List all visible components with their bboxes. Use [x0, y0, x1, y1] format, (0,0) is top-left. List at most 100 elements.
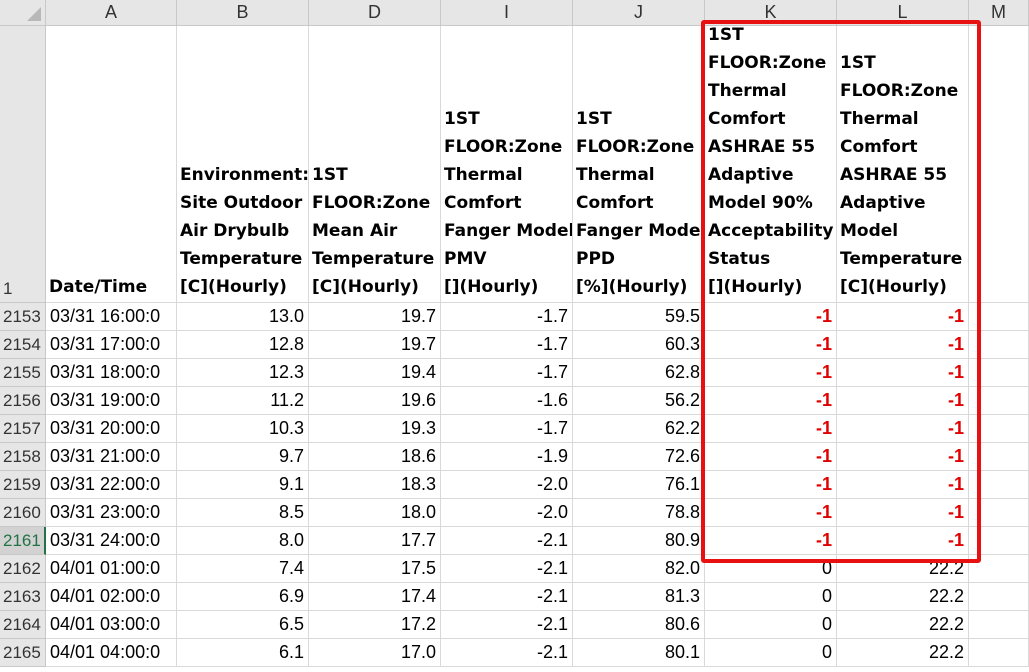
- table-cell[interactable]: 17.7: [309, 527, 441, 555]
- row-header-2159[interactable]: 2159: [0, 471, 46, 499]
- table-cell[interactable]: [969, 611, 1029, 639]
- table-cell[interactable]: 72.6: [573, 443, 705, 471]
- table-cell[interactable]: 18.3: [309, 471, 441, 499]
- table-cell[interactable]: 6.5: [177, 611, 309, 639]
- table-cell[interactable]: -1: [705, 471, 837, 499]
- table-cell[interactable]: 0: [705, 555, 837, 583]
- table-cell[interactable]: 22.2: [837, 639, 969, 667]
- table-cell[interactable]: -2.1: [441, 527, 573, 555]
- table-cell[interactable]: 04/01 02:00:0: [46, 583, 177, 611]
- header-cell-k[interactable]: 1ST FLOOR:Zone Thermal Comfort ASHRAE 55 Adap…: [705, 26, 837, 303]
- header-cell-l[interactable]: 1ST FLOOR:Zone Thermal Comfort ASHRAE 55 Adap…: [837, 26, 969, 303]
- table-cell[interactable]: 80.6: [573, 611, 705, 639]
- table-cell[interactable]: 03/31 16:00:0: [46, 303, 177, 331]
- table-cell[interactable]: 19.4: [309, 359, 441, 387]
- table-cell[interactable]: 03/31 19:00:0: [46, 387, 177, 415]
- table-cell[interactable]: 78.8: [573, 499, 705, 527]
- header-cell-d[interactable]: 1ST FLOOR:Zone Mean Air Temperature [C](Hour…: [309, 26, 441, 303]
- row-header-2163[interactable]: 2163: [0, 583, 46, 611]
- table-cell[interactable]: 0: [705, 583, 837, 611]
- table-cell[interactable]: 8.5: [177, 499, 309, 527]
- table-cell[interactable]: [969, 443, 1029, 471]
- table-cell[interactable]: 81.3: [573, 583, 705, 611]
- table-cell[interactable]: 03/31 17:00:0: [46, 331, 177, 359]
- table-cell[interactable]: 62.2: [573, 415, 705, 443]
- table-cell[interactable]: 62.8: [573, 359, 705, 387]
- table-cell[interactable]: -1: [705, 331, 837, 359]
- row-header-2156[interactable]: 2156: [0, 387, 46, 415]
- table-cell[interactable]: -1.6: [441, 387, 573, 415]
- column-header-a[interactable]: A: [46, 0, 177, 26]
- table-cell[interactable]: 12.3: [177, 359, 309, 387]
- column-header-i[interactable]: I: [441, 0, 573, 26]
- table-cell[interactable]: 6.1: [177, 639, 309, 667]
- table-cell[interactable]: 03/31 20:00:0: [46, 415, 177, 443]
- table-cell[interactable]: 04/01 03:00:0: [46, 611, 177, 639]
- table-cell[interactable]: [969, 499, 1029, 527]
- table-cell[interactable]: -1.7: [441, 331, 573, 359]
- table-cell[interactable]: -1: [705, 359, 837, 387]
- row-header-2165[interactable]: 2165: [0, 639, 46, 667]
- table-cell[interactable]: 8.0: [177, 527, 309, 555]
- table-cell[interactable]: -1: [705, 443, 837, 471]
- table-cell[interactable]: 60.3: [573, 331, 705, 359]
- table-cell[interactable]: [969, 303, 1029, 331]
- table-cell[interactable]: 17.2: [309, 611, 441, 639]
- table-cell[interactable]: 0: [705, 639, 837, 667]
- row-header-2155[interactable]: 2155: [0, 359, 46, 387]
- select-all-corner[interactable]: [0, 0, 46, 26]
- table-cell[interactable]: 82.0: [573, 555, 705, 583]
- table-cell[interactable]: -1: [837, 331, 969, 359]
- table-cell[interactable]: 19.7: [309, 303, 441, 331]
- table-cell[interactable]: 03/31 21:00:0: [46, 443, 177, 471]
- table-cell[interactable]: 19.6: [309, 387, 441, 415]
- table-cell[interactable]: -2.1: [441, 555, 573, 583]
- column-header-l[interactable]: L: [837, 0, 969, 26]
- row-header-2158[interactable]: 2158: [0, 443, 46, 471]
- column-header-m[interactable]: M: [969, 0, 1029, 26]
- table-cell[interactable]: 56.2: [573, 387, 705, 415]
- table-cell[interactable]: 18.0: [309, 499, 441, 527]
- row-header-2160[interactable]: 2160: [0, 499, 46, 527]
- table-cell[interactable]: [969, 639, 1029, 667]
- table-cell[interactable]: 9.1: [177, 471, 309, 499]
- column-header-j[interactable]: J: [573, 0, 705, 26]
- column-header-d[interactable]: D: [309, 0, 441, 26]
- row-header-2162[interactable]: 2162: [0, 555, 46, 583]
- table-cell[interactable]: 17.4: [309, 583, 441, 611]
- table-cell[interactable]: -1.7: [441, 359, 573, 387]
- table-cell[interactable]: -1: [705, 499, 837, 527]
- table-cell[interactable]: 22.2: [837, 555, 969, 583]
- table-cell[interactable]: 80.1: [573, 639, 705, 667]
- table-cell[interactable]: 22.2: [837, 611, 969, 639]
- table-cell[interactable]: -2.0: [441, 499, 573, 527]
- table-cell[interactable]: -2.1: [441, 611, 573, 639]
- table-cell[interactable]: [969, 387, 1029, 415]
- table-cell[interactable]: 10.3: [177, 415, 309, 443]
- header-cell-m[interactable]: [969, 26, 1029, 303]
- table-cell[interactable]: 17.0: [309, 639, 441, 667]
- table-cell[interactable]: 18.6: [309, 443, 441, 471]
- table-cell[interactable]: 17.5: [309, 555, 441, 583]
- table-cell[interactable]: [969, 583, 1029, 611]
- row-header-2153[interactable]: 2153: [0, 303, 46, 331]
- row-header-2164[interactable]: 2164: [0, 611, 46, 639]
- header-cell-j[interactable]: 1ST FLOOR:Zone Thermal Comfort Fanger Model P…: [573, 26, 705, 303]
- table-cell[interactable]: [969, 555, 1029, 583]
- table-cell[interactable]: 04/01 04:00:0: [46, 639, 177, 667]
- row-header-2154[interactable]: 2154: [0, 331, 46, 359]
- table-cell[interactable]: 19.7: [309, 331, 441, 359]
- table-cell[interactable]: 12.8: [177, 331, 309, 359]
- table-cell[interactable]: -2.0: [441, 471, 573, 499]
- header-cell-b[interactable]: Environment: Site Outdoor Air Drybulb Tempe…: [177, 26, 309, 303]
- spreadsheet-grid[interactable]: A B D I J K L M 1 Date/Time Environment: Site Outdo…: [0, 0, 1029, 672]
- table-cell[interactable]: 7.4: [177, 555, 309, 583]
- table-cell[interactable]: 04/01 01:00:0: [46, 555, 177, 583]
- table-cell[interactable]: 13.0: [177, 303, 309, 331]
- table-cell[interactable]: 03/31 24:00:0: [46, 527, 177, 555]
- table-cell[interactable]: -1: [705, 303, 837, 331]
- table-cell[interactable]: -2.1: [441, 639, 573, 667]
- table-cell[interactable]: -1: [837, 527, 969, 555]
- row-header-2157[interactable]: 2157: [0, 415, 46, 443]
- table-cell[interactable]: 0: [705, 611, 837, 639]
